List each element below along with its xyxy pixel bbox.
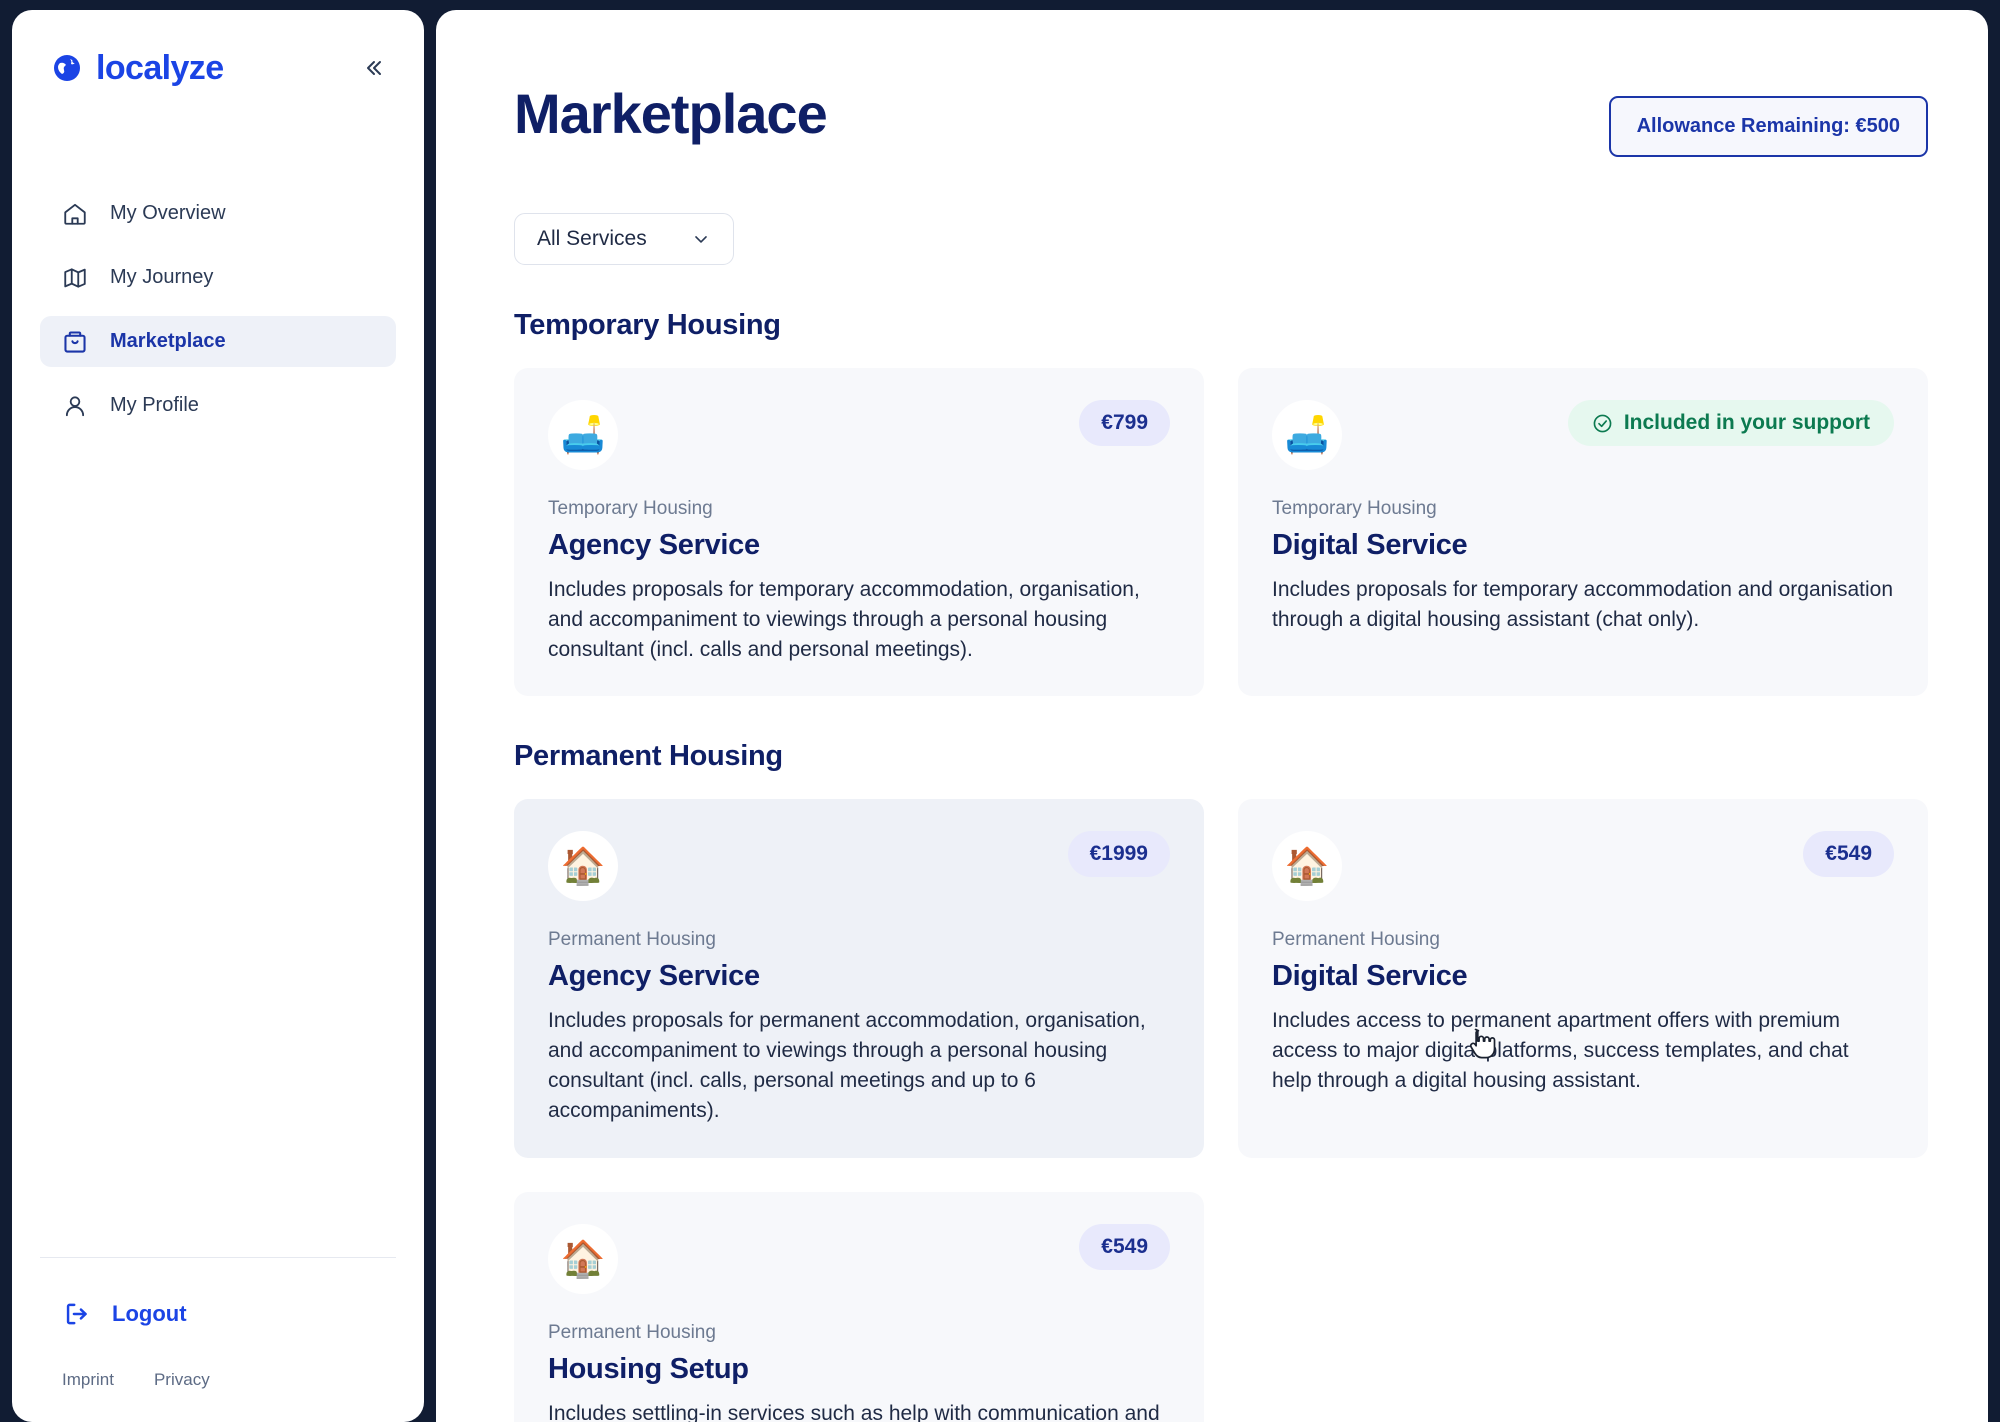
card-top-row: 🛋️ Included in your support: [1272, 400, 1894, 470]
card-category: Permanent Housing: [1272, 929, 1440, 951]
card-description: Includes settling-in services such as he…: [548, 1401, 1160, 1422]
sidebar-nav: My Overview My Journey Marketplace My Pr…: [12, 188, 424, 431]
card-category: Permanent Housing: [548, 929, 716, 951]
sidebar-item-label: My Profile: [110, 394, 199, 416]
sidebar-divider: [40, 1257, 396, 1258]
privacy-link[interactable]: Privacy: [154, 1370, 210, 1390]
card-title: Housing Setup: [548, 1352, 749, 1385]
sidebar-item-label: My Journey: [110, 266, 214, 288]
included-in-support-badge: Included in your support: [1567, 400, 1894, 446]
couch-and-lamp-emoji: 🛋️: [548, 400, 618, 470]
page-title: Marketplace: [514, 82, 828, 145]
card-title: Agency Service: [548, 529, 760, 561]
app-shell: localyze My Overview My Journey Marketpl…: [0, 0, 2000, 1422]
price-badge: €1999: [1067, 831, 1170, 878]
included-badge-label: Included in your support: [1623, 411, 1870, 434]
section-temporary-housing: Temporary Housing 🛋️ €799 Temporary Hous…: [514, 309, 1928, 697]
sidebar-item-my-overview[interactable]: My Overview: [40, 188, 396, 239]
sidebar-bottom: Logout Imprint Privacy: [12, 1257, 424, 1422]
card-description: Includes proposals for permanent accommo…: [548, 1009, 1146, 1122]
imprint-link[interactable]: Imprint: [62, 1370, 114, 1390]
service-card[interactable]: 🛋️ Included in your support Temporary Ho…: [1238, 368, 1928, 697]
service-card[interactable]: 🛋️ €799 Temporary Housing Agency Service…: [514, 368, 1204, 697]
filter-row: All Services: [514, 213, 1928, 265]
logout-icon: [62, 1300, 90, 1328]
brand-name: localyze: [96, 49, 224, 87]
service-filter-select[interactable]: All Services: [514, 213, 734, 265]
sidebar-item-label: Marketplace: [110, 330, 226, 352]
house-emoji: 🏠: [1272, 831, 1342, 902]
section-title: Permanent Housing: [514, 740, 783, 773]
card-category: Temporary Housing: [548, 498, 713, 519]
chevron-down-icon: [691, 229, 711, 249]
sidebar: localyze My Overview My Journey Marketpl…: [12, 10, 424, 1422]
sidebar-brand-row: localyze: [12, 10, 424, 96]
map-icon: [62, 265, 88, 291]
home-icon: [62, 201, 88, 227]
sidebar-footer-links: Imprint Privacy: [40, 1370, 396, 1390]
sidebar-item-my-profile[interactable]: My Profile: [40, 380, 396, 431]
card-top-row: 🏠 €549: [1272, 831, 1894, 902]
sidebar-item-my-journey[interactable]: My Journey: [40, 252, 396, 303]
card-top-row: 🛋️ €799: [548, 400, 1170, 470]
service-card[interactable]: 🏠 €1999 Permanent Housing Agency Service…: [514, 799, 1204, 1158]
sidebar-item-marketplace[interactable]: Marketplace: [40, 316, 396, 367]
card-description: Includes proposals for temporary accommo…: [1272, 578, 1894, 631]
user-icon: [62, 393, 88, 419]
couch-and-lamp-emoji: 🛋️: [1272, 400, 1342, 470]
main-content: Marketplace Allowance Remaining: €500 Al…: [436, 10, 1988, 1422]
section-title: Temporary Housing: [514, 309, 781, 341]
house-emoji: 🏠: [548, 1223, 618, 1294]
card-title: Digital Service: [1272, 529, 1468, 561]
allowance-remaining-badge[interactable]: Allowance Remaining: €500: [1608, 96, 1928, 157]
check-circle-icon: [1592, 413, 1613, 434]
card-description: Includes access to permanent apartment o…: [1272, 1009, 1849, 1093]
service-card[interactable]: 🏠 €549 Permanent Housing Housing Setup I…: [514, 1191, 1204, 1422]
service-filter-value: All Services: [537, 227, 647, 250]
logout-label: Logout: [112, 1301, 187, 1326]
card-description: Includes proposals for temporary accommo…: [548, 578, 1140, 661]
section-permanent-housing: Permanent Housing 🏠 €1999 Permanent Hous…: [514, 740, 1928, 1422]
card-title: Agency Service: [548, 960, 760, 993]
card-grid: 🏠 €1999 Permanent Housing Agency Service…: [514, 799, 1928, 1422]
page-header: Marketplace Allowance Remaining: €500: [514, 10, 1928, 157]
shopping-bag-icon: [62, 329, 88, 355]
card-top-row: 🏠 €1999: [548, 831, 1170, 902]
card-category: Permanent Housing: [548, 1321, 716, 1343]
price-badge: €799: [1079, 400, 1170, 446]
price-badge: €549: [1803, 831, 1894, 878]
house-emoji: 🏠: [548, 831, 618, 902]
card-category: Temporary Housing: [1272, 498, 1437, 519]
logout-button[interactable]: Logout: [40, 1286, 396, 1342]
card-grid: 🛋️ €799 Temporary Housing Agency Service…: [514, 368, 1928, 697]
service-card[interactable]: 🏠 €549 Permanent Housing Digital Service…: [1238, 799, 1928, 1158]
sidebar-item-label: My Overview: [110, 202, 226, 224]
price-badge: €549: [1079, 1223, 1170, 1270]
card-top-row: 🏠 €549: [548, 1223, 1170, 1294]
card-title: Digital Service: [1272, 960, 1468, 993]
globe-icon: [50, 51, 84, 85]
chevron-double-left-icon[interactable]: [356, 51, 390, 85]
